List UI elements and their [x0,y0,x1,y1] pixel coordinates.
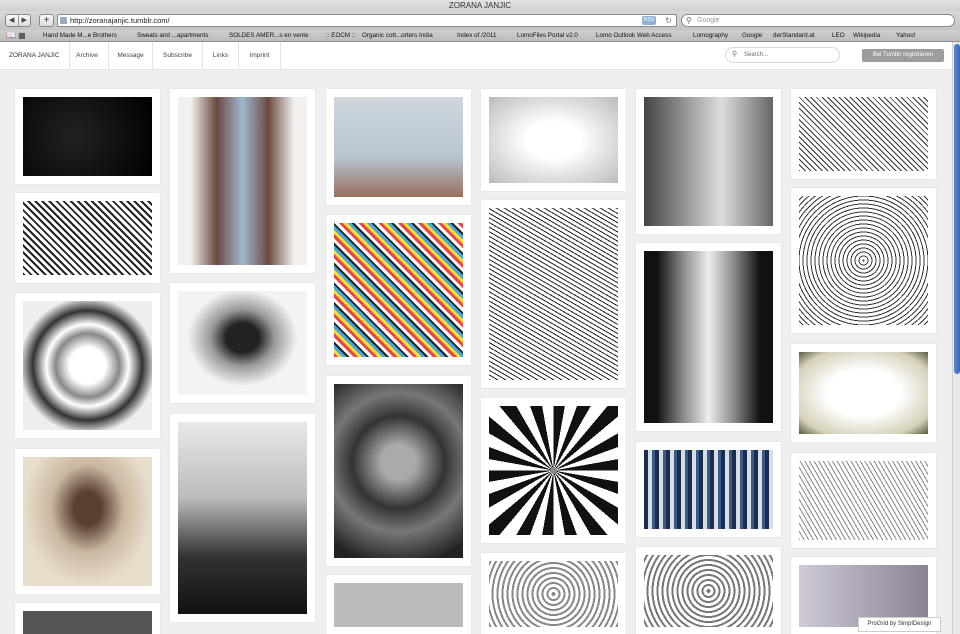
photo-post[interactable] [481,89,626,191]
rss-icon[interactable]: RSS [642,16,656,25]
url-text: http://zoranajanjic.tumblr.com/ [70,16,170,25]
bookmark-item[interactable]: LEO [832,30,845,41]
photo-post[interactable] [170,414,315,622]
bookmark-item[interactable]: Yahoo! [896,30,916,41]
bookmark-item[interactable]: Index of /2011 [457,30,496,41]
plus-icon[interactable]: + [39,14,54,27]
photo-post[interactable] [326,89,471,205]
bookmark-item[interactable]: Organic cott...orters India [362,30,433,41]
favicon-icon [60,17,67,24]
photo-post[interactable] [15,603,160,634]
tab-message[interactable]: Message [109,42,153,70]
photo-post[interactable] [170,283,315,403]
bookmark-item[interactable]: SOLDES AMER...s en vente [229,30,308,41]
register-button[interactable]: Bei Tumblr registrieren [862,49,944,62]
tab-archive[interactable]: Archive [66,42,109,70]
photo-post[interactable] [326,376,471,566]
bookmark-item[interactable]: LomoFiles Portal v2.0 [517,30,578,41]
bookmark-item[interactable]: :: EOCM :: [326,30,355,41]
address-bar[interactable]: http://zoranajanjic.tumblr.com/ RSS ↻ [57,14,677,27]
photo-post[interactable] [791,89,936,179]
photo-post[interactable] [791,453,936,548]
theme-credit[interactable]: ProGrid by SimplDesign [858,617,941,632]
photo-post[interactable] [636,243,781,431]
page-viewport: ZORANA JANJIC Archive Message Subscribe … [0,42,960,634]
photo-post[interactable] [326,215,471,365]
bookmark-item[interactable]: Lomography [693,30,728,41]
reload-icon[interactable]: ↻ [665,15,672,26]
forward-icon[interactable]: ▶ [17,15,31,26]
photo-post[interactable] [481,553,626,634]
blog-search-placeholder: Search... [744,52,769,58]
photo-post[interactable] [481,398,626,543]
browser-search-field[interactable]: ⚲ Google [681,14,955,27]
photo-post[interactable] [15,449,160,594]
back-icon[interactable]: ◀ [6,15,18,26]
photo-post[interactable] [636,547,781,634]
bookmark-item[interactable]: Google [742,30,762,41]
bookmark-item[interactable]: Sweats and ...apartments [137,30,208,41]
bookmark-item[interactable]: Hand Made M...e Brothers [43,30,117,41]
bookmarks-icon[interactable]: 📖 ▦ [6,30,26,41]
photo-post[interactable] [170,89,315,273]
browser-toolbar: ◀ ▶ + http://zoranajanjic.tumblr.com/ RS… [0,11,960,30]
photo-post[interactable] [15,293,160,438]
photo-post[interactable] [636,442,781,537]
blog-search-input[interactable]: ⚲ Search... [725,47,840,63]
scroll-thumb[interactable] [954,44,960,374]
tab-links[interactable]: Links [203,42,239,70]
bookmark-item[interactable]: Wikipedia [853,30,880,41]
blog-title[interactable]: ZORANA JANJIC [0,42,70,70]
bookmark-item[interactable]: derStandard.at [773,30,815,41]
tab-imprint[interactable]: Imprint [239,42,281,70]
browser-search-placeholder: Google [697,17,720,24]
photo-post[interactable] [791,188,936,333]
bookmarks-bar: 📖 ▦ Hand Made M...e Brothers Sweats and … [0,30,960,42]
page-scrollbar[interactable] [952,42,960,634]
bookmark-item[interactable]: Lomo Outlook Web Access [596,30,671,41]
photo-post[interactable] [636,89,781,234]
photo-post[interactable] [326,575,471,634]
photo-post[interactable] [15,193,160,283]
photo-post[interactable] [791,344,936,442]
window-title-bar: ZORANA JANJIC [0,0,960,11]
search-icon: ⚲ [732,51,738,58]
photo-post[interactable] [15,89,160,184]
photo-post[interactable] [481,200,626,388]
blog-nav: ZORANA JANJIC Archive Message Subscribe … [0,42,952,70]
window-title: ZORANA JANJIC [448,1,512,10]
search-icon: ⚲ [686,16,692,25]
tab-subscribe[interactable]: Subscribe [153,42,203,70]
nav-buttons: ◀ ▶ [5,14,31,27]
